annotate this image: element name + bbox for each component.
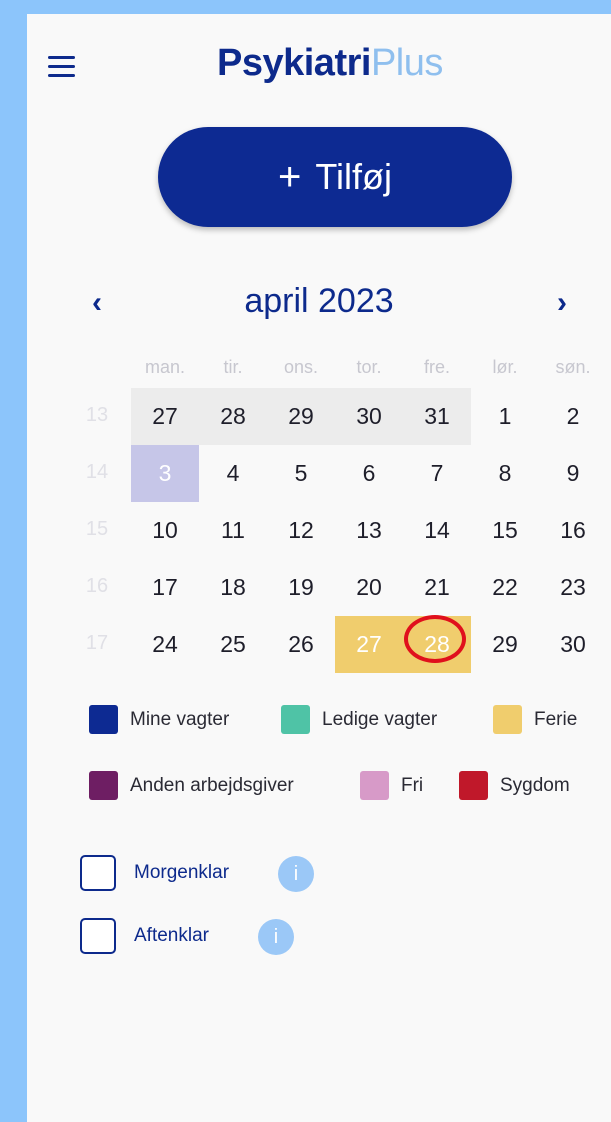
add-button-label: Tilføj: [315, 156, 392, 197]
morgenklar-label: Morgenklar: [134, 862, 230, 883]
add-button[interactable]: + Tilføj: [158, 127, 512, 227]
calendar-day[interactable]: 4: [199, 445, 267, 502]
calendar-day[interactable]: 30: [335, 388, 403, 445]
app-screen: PsykiatriPlus + Tilføj ‹ april 2023 › ma…: [27, 14, 611, 1122]
calendar-day[interactable]: 27: [335, 616, 403, 673]
calendar-day[interactable]: 9: [539, 445, 607, 502]
calendar-day[interactable]: 1: [471, 388, 539, 445]
aftenklar-checkbox-row[interactable]: Aftenklar: [80, 918, 209, 954]
legend-ledige-vagter: Ledige vagter: [281, 705, 437, 734]
calendar-day[interactable]: 5: [267, 445, 335, 502]
calendar-day[interactable]: 23: [539, 559, 607, 616]
legend-swatch: [459, 771, 488, 800]
calendar-day[interactable]: 6: [335, 445, 403, 502]
calendar-day[interactable]: 28: [199, 388, 267, 445]
calendar-day[interactable]: 3: [131, 445, 199, 502]
calendar-day[interactable]: 13: [335, 502, 403, 559]
weekday-header: tir.: [223, 357, 243, 377]
calendar-day[interactable]: 7: [403, 445, 471, 502]
legend-swatch: [281, 705, 310, 734]
calendar-day[interactable]: 10: [131, 502, 199, 559]
calendar-day[interactable]: 25: [199, 616, 267, 673]
legend-anden-arbejdsgiver: Anden arbejdsgiver: [89, 771, 294, 800]
aftenklar-info-icon[interactable]: i: [258, 919, 294, 955]
calendar-day[interactable]: 19: [267, 559, 335, 616]
selected-day-highlight-circle: [404, 615, 466, 663]
legend-ferie: Ferie: [493, 705, 577, 734]
week-number: 16: [85, 575, 109, 597]
calendar-day[interactable]: 15: [471, 502, 539, 559]
legend-swatch: [360, 771, 389, 800]
morgenklar-info-icon[interactable]: i: [278, 856, 314, 892]
calendar-day[interactable]: 21: [403, 559, 471, 616]
calendar-day[interactable]: 11: [199, 502, 267, 559]
weekday-header: ons.: [283, 357, 319, 377]
calendar-day[interactable]: 17: [131, 559, 199, 616]
week-number: 17: [85, 632, 109, 654]
calendar-day[interactable]: 30: [539, 616, 607, 673]
week-number: 15: [85, 518, 109, 540]
calendar-day[interactable]: 29: [267, 388, 335, 445]
legend-fri: Fri: [360, 771, 423, 800]
morgenklar-checkbox-row[interactable]: Morgenklar: [80, 855, 229, 891]
weekday-header: lør.: [492, 357, 518, 377]
weekday-header: tor.: [356, 357, 382, 377]
morgenklar-checkbox[interactable]: [80, 855, 116, 891]
app-logo: PsykiatriPlus: [217, 42, 443, 84]
aftenklar-checkbox[interactable]: [80, 918, 116, 954]
calendar-day[interactable]: 16: [539, 502, 607, 559]
calendar-day[interactable]: 18: [199, 559, 267, 616]
legend-swatch: [493, 705, 522, 734]
week-number: 14: [85, 461, 109, 483]
month-title: april 2023: [244, 282, 394, 320]
legend-swatch: [89, 705, 118, 734]
weekday-header: man.: [144, 357, 186, 377]
hamburger-menu-icon[interactable]: [48, 56, 76, 78]
calendar-day[interactable]: 12: [267, 502, 335, 559]
legend-mine-vagter: Mine vagter: [89, 705, 229, 734]
weekday-header: fre.: [423, 357, 450, 377]
aftenklar-label: Aftenklar: [134, 925, 209, 946]
weekday-header: søn.: [555, 357, 591, 377]
calendar-day[interactable]: 2: [539, 388, 607, 445]
week-number: 13: [85, 404, 109, 426]
legend-swatch: [89, 771, 118, 800]
calendar-day[interactable]: 8: [471, 445, 539, 502]
calendar-day[interactable]: 29: [471, 616, 539, 673]
plus-icon: +: [278, 154, 302, 199]
legend-sygdom: Sygdom: [459, 771, 570, 800]
calendar-day[interactable]: 26: [267, 616, 335, 673]
calendar-day[interactable]: 24: [131, 616, 199, 673]
next-month-chevron-icon[interactable]: ›: [557, 286, 567, 320]
calendar-day[interactable]: 27: [131, 388, 199, 445]
calendar-day[interactable]: 14: [403, 502, 471, 559]
calendar-day[interactable]: 31: [403, 388, 471, 445]
calendar-day[interactable]: 22: [471, 559, 539, 616]
calendar-day[interactable]: 20: [335, 559, 403, 616]
